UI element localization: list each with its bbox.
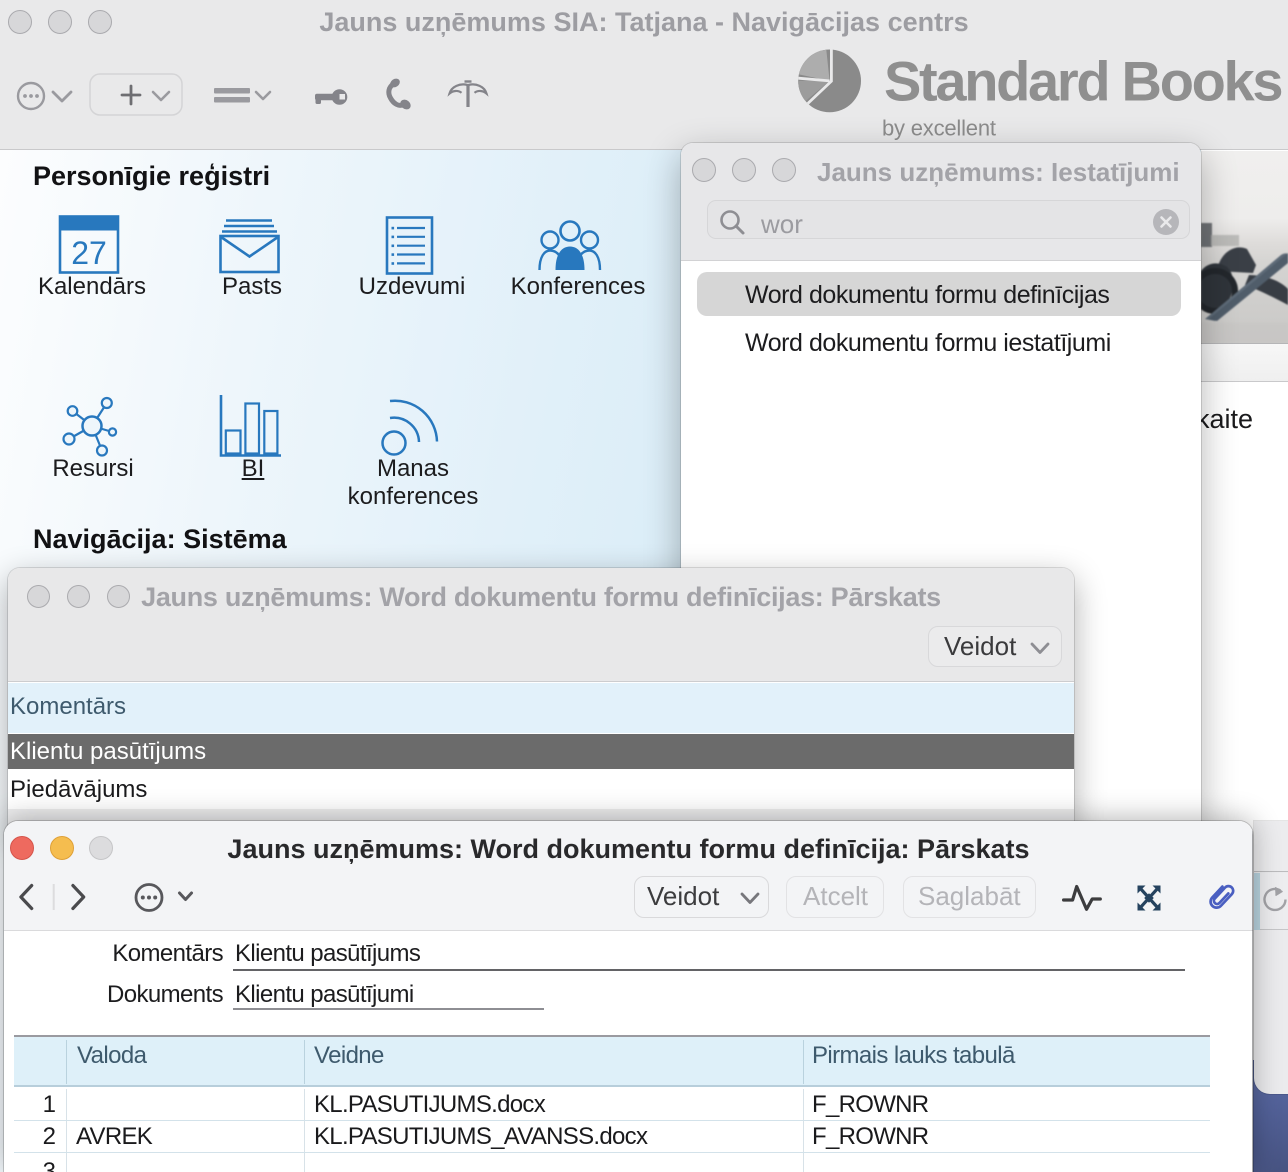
svg-text:27: 27 [71,235,107,271]
svg-text:Standard Books: Standard Books [884,50,1281,113]
svg-text:by excellent: by excellent [882,116,996,141]
